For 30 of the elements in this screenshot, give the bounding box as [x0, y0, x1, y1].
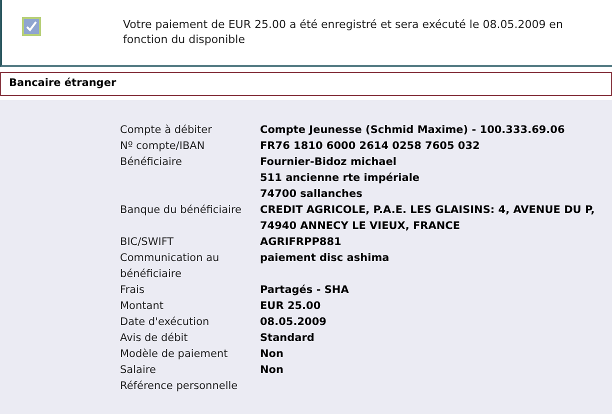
field-label: BIC/SWIFT	[120, 235, 175, 250]
field-value: 511 ancienne rte impériale	[260, 171, 421, 186]
field-value: 74700 sallanches	[260, 187, 364, 202]
field-label: Communication au bénéficiaire	[120, 251, 220, 282]
field-label: Salaire	[120, 363, 157, 378]
field-label: Banque du bénéficiaire	[120, 203, 243, 218]
field-value: Fournier-Bidoz michael	[260, 155, 398, 170]
field-label: Référence personnelle	[120, 379, 239, 394]
field-value: Compte Jeunesse (Schmid Maxime) - 100.333.69.06	[260, 123, 566, 138]
field-value: paiement disc ashima	[260, 251, 390, 266]
checkmark-icon	[22, 17, 41, 36]
field-value: FR76 1810 6000 2614 0258 7605 032	[260, 139, 481, 154]
field-label: Montant	[120, 299, 164, 314]
field-label: Avis de débit	[120, 331, 189, 346]
field-value: AGRIFRPP881	[260, 235, 342, 250]
field-value: Non	[260, 347, 284, 362]
field-label: Date d'exécution	[120, 315, 210, 330]
field-value: Non	[260, 363, 284, 378]
field-label: Frais	[120, 283, 146, 298]
field-label: Modèle de paiement	[120, 347, 229, 362]
field-value: EUR 25.00	[260, 299, 322, 314]
field-label: Bénéficiaire	[120, 155, 183, 170]
field-value: 08.05.2009	[260, 315, 328, 330]
confirmation-message: Votre paiement de EUR 25.00 a été enregistré et sera exécuté le 08.05.2009 en fonction du disponible	[123, 17, 564, 47]
field-label: Nº compte/IBAN	[120, 139, 206, 154]
section-title: Bancaire étranger	[9, 76, 116, 92]
field-value: Standard	[260, 331, 316, 346]
field-value: Partagés - SHA	[260, 283, 350, 298]
field-label: Compte à débiter	[120, 123, 213, 138]
field-value: CREDIT AGRICOLE, P.A.E. LES GLAISINS: 4, AVENUE DU P, 74940 ANNECY LE VIEUX, FRANCE	[260, 203, 596, 234]
